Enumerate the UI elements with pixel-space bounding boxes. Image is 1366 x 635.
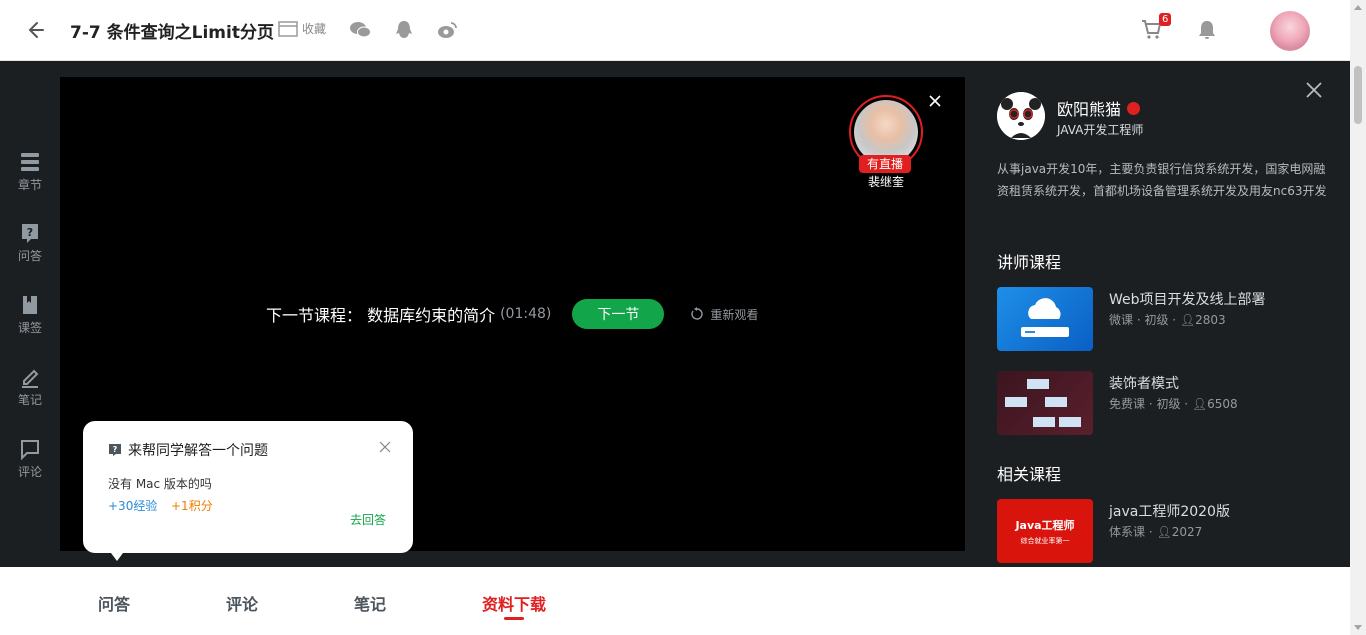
live-tag: 有直播 xyxy=(859,155,911,173)
teacher-panel: 欧阳熊猫 JAVA开发工程师 从事java开发10年，主要负责银行信贷系统开发，… xyxy=(965,61,1350,567)
course-meta: 微课 · 初级 · 👤︎2803 xyxy=(1109,313,1226,327)
teacher-badge-icon xyxy=(1127,101,1141,115)
collect-icon xyxy=(278,20,298,37)
tab-downloads[interactable]: 资料下载 xyxy=(482,591,546,615)
nav-item-note[interactable]: 笔记 xyxy=(0,366,60,408)
popup-title-text: 来帮同学解答一个问题 xyxy=(128,443,268,459)
teacher-name[interactable]: 欧阳熊猫 xyxy=(1057,96,1141,120)
course-thumbnail xyxy=(997,287,1093,351)
next-lesson-duration: (01:48) xyxy=(500,306,552,322)
close-icon[interactable] xyxy=(379,441,391,453)
popup-arrow xyxy=(108,549,126,561)
teacher-avatar[interactable] xyxy=(997,92,1045,140)
replay-button[interactable]: 重新观看 xyxy=(690,306,758,323)
close-icon[interactable] xyxy=(927,93,943,109)
nav-label: 笔记 xyxy=(17,393,42,407)
popup-question: 没有 Mac 版本的吗 xyxy=(108,477,212,491)
replay-icon xyxy=(691,307,704,320)
page-title: 7-7 条件查询之Limit分页 xyxy=(70,23,274,43)
qq-icon[interactable] xyxy=(393,20,415,40)
nav-item-question[interactable]: ? 问答 xyxy=(0,222,60,264)
cloud-server-icon xyxy=(1021,298,1069,337)
nav-item-chapter[interactable]: 章节 xyxy=(0,151,60,193)
popup-points-reward: +1积分 xyxy=(171,499,213,513)
scroll-up-arrow-icon[interactable] xyxy=(1354,5,1362,10)
teacher-courses-title: 讲师课程 xyxy=(997,253,1062,272)
thumb-subtitle: 综合就业率第一 xyxy=(1020,537,1070,545)
live-host-name: 裴继奎 xyxy=(867,175,904,189)
chapter-icon xyxy=(21,153,39,171)
course-thumbnail: Java工程师 综合就业率第一 xyxy=(997,499,1093,563)
course-card[interactable]: Web项目开发及线上部署 微课 · 初级 · 👤︎2803 xyxy=(997,287,1327,351)
course-thumbnail xyxy=(997,371,1093,435)
page-scrollbar[interactable] xyxy=(1350,0,1366,635)
weibo-icon[interactable] xyxy=(437,20,459,40)
question-popup: ? 来帮同学解答一个问题 没有 Mac 版本的吗 +30经验 +1积分 去回答 xyxy=(83,421,413,553)
teacher-bio: 从事java开发10年，主要负责银行信贷系统开发，国家电网融资租赁系统开发，首都… xyxy=(997,162,1327,198)
course-meta: 免费课 · 初级 · 👤︎6508 xyxy=(1109,397,1238,411)
diagram-thumb-icon xyxy=(1005,379,1081,427)
course-title: java工程师2020版 xyxy=(1109,504,1230,520)
next-lesson-label: 下一节课程： 数据库约束的简介 xyxy=(266,306,496,325)
back-arrow-icon[interactable] xyxy=(24,19,46,41)
nav-label: 评论 xyxy=(17,465,42,479)
live-badge[interactable]: 有直播 裴继奎 xyxy=(849,95,923,190)
course-title: 装饰者模式 xyxy=(1109,376,1179,392)
teacher-name-text: 欧阳熊猫 xyxy=(1057,100,1122,119)
active-tab-indicator xyxy=(504,617,524,620)
scroll-thumb[interactable] xyxy=(1354,66,1362,124)
tab-notes[interactable]: 笔记 xyxy=(354,591,386,615)
nav-item-bookmark[interactable]: 课签 xyxy=(0,294,60,336)
nav-item-comment[interactable]: 评论 xyxy=(0,438,60,480)
scroll-down-arrow-icon[interactable] xyxy=(1354,625,1362,630)
collect-button[interactable]: 收藏 xyxy=(278,20,326,37)
tab-comments[interactable]: 评论 xyxy=(226,591,258,615)
question-icon: ? xyxy=(22,224,38,243)
comment-icon xyxy=(21,440,39,460)
bottom-tabs: 问答 评论 笔记 资料下载 xyxy=(0,567,1350,635)
nav-label: 课签 xyxy=(17,321,42,335)
next-lesson-prompt: 下一节课程： 数据库约束的简介 (01:48) 下一节 重新观看 xyxy=(266,299,758,329)
related-courses-title: 相关课程 xyxy=(997,465,1062,484)
next-lesson-button[interactable]: 下一节 xyxy=(572,299,665,329)
teacher-role: JAVA开发工程师 xyxy=(1057,123,1144,137)
tab-qa[interactable]: 问答 xyxy=(98,591,130,615)
top-bar: 7-7 条件查询之Limit分页 收藏 6 xyxy=(0,0,1350,61)
course-title: Web项目开发及线上部署 xyxy=(1109,292,1266,308)
course-meta: 体系课 · 👤︎2027 xyxy=(1109,525,1203,539)
bookmark-icon xyxy=(23,296,37,314)
popup-exp-reward: +30经验 xyxy=(108,499,158,513)
svg-text:?: ? xyxy=(113,445,118,454)
user-avatar[interactable] xyxy=(1270,11,1310,51)
pen-icon xyxy=(22,369,39,388)
thumb-title: Java工程师 xyxy=(1015,519,1075,532)
left-nav: 章节 ? 问答 课签 笔记 评论 xyxy=(0,61,60,567)
question-icon: ? xyxy=(109,444,121,456)
close-icon[interactable] xyxy=(1304,80,1324,100)
learner-icon: 👤︎ xyxy=(1156,525,1172,539)
answer-link[interactable]: 去回答 xyxy=(350,511,386,528)
learner-icon: 👤︎ xyxy=(1179,313,1196,327)
live-avatar-ring: 有直播 xyxy=(849,95,923,173)
cart-count-badge: 6 xyxy=(1159,13,1172,26)
nav-label: 问答 xyxy=(17,249,42,263)
collect-label: 收藏 xyxy=(302,22,327,36)
panda-avatar-icon xyxy=(997,92,1045,140)
wechat-icon[interactable] xyxy=(349,20,371,40)
course-card[interactable]: 装饰者模式 免费课 · 初级 · 👤︎6508 xyxy=(997,371,1327,435)
svg-text:?: ? xyxy=(27,226,33,239)
nav-label: 章节 xyxy=(17,178,42,192)
popup-title: ? 来帮同学解答一个问题 xyxy=(108,440,268,460)
replay-label: 重新观看 xyxy=(710,307,759,322)
course-card[interactable]: Java工程师 综合就业率第一 java工程师2020版 体系课 · 👤︎202… xyxy=(997,499,1327,563)
bell-icon[interactable] xyxy=(1196,19,1218,41)
learner-icon: 👤︎ xyxy=(1191,397,1208,411)
